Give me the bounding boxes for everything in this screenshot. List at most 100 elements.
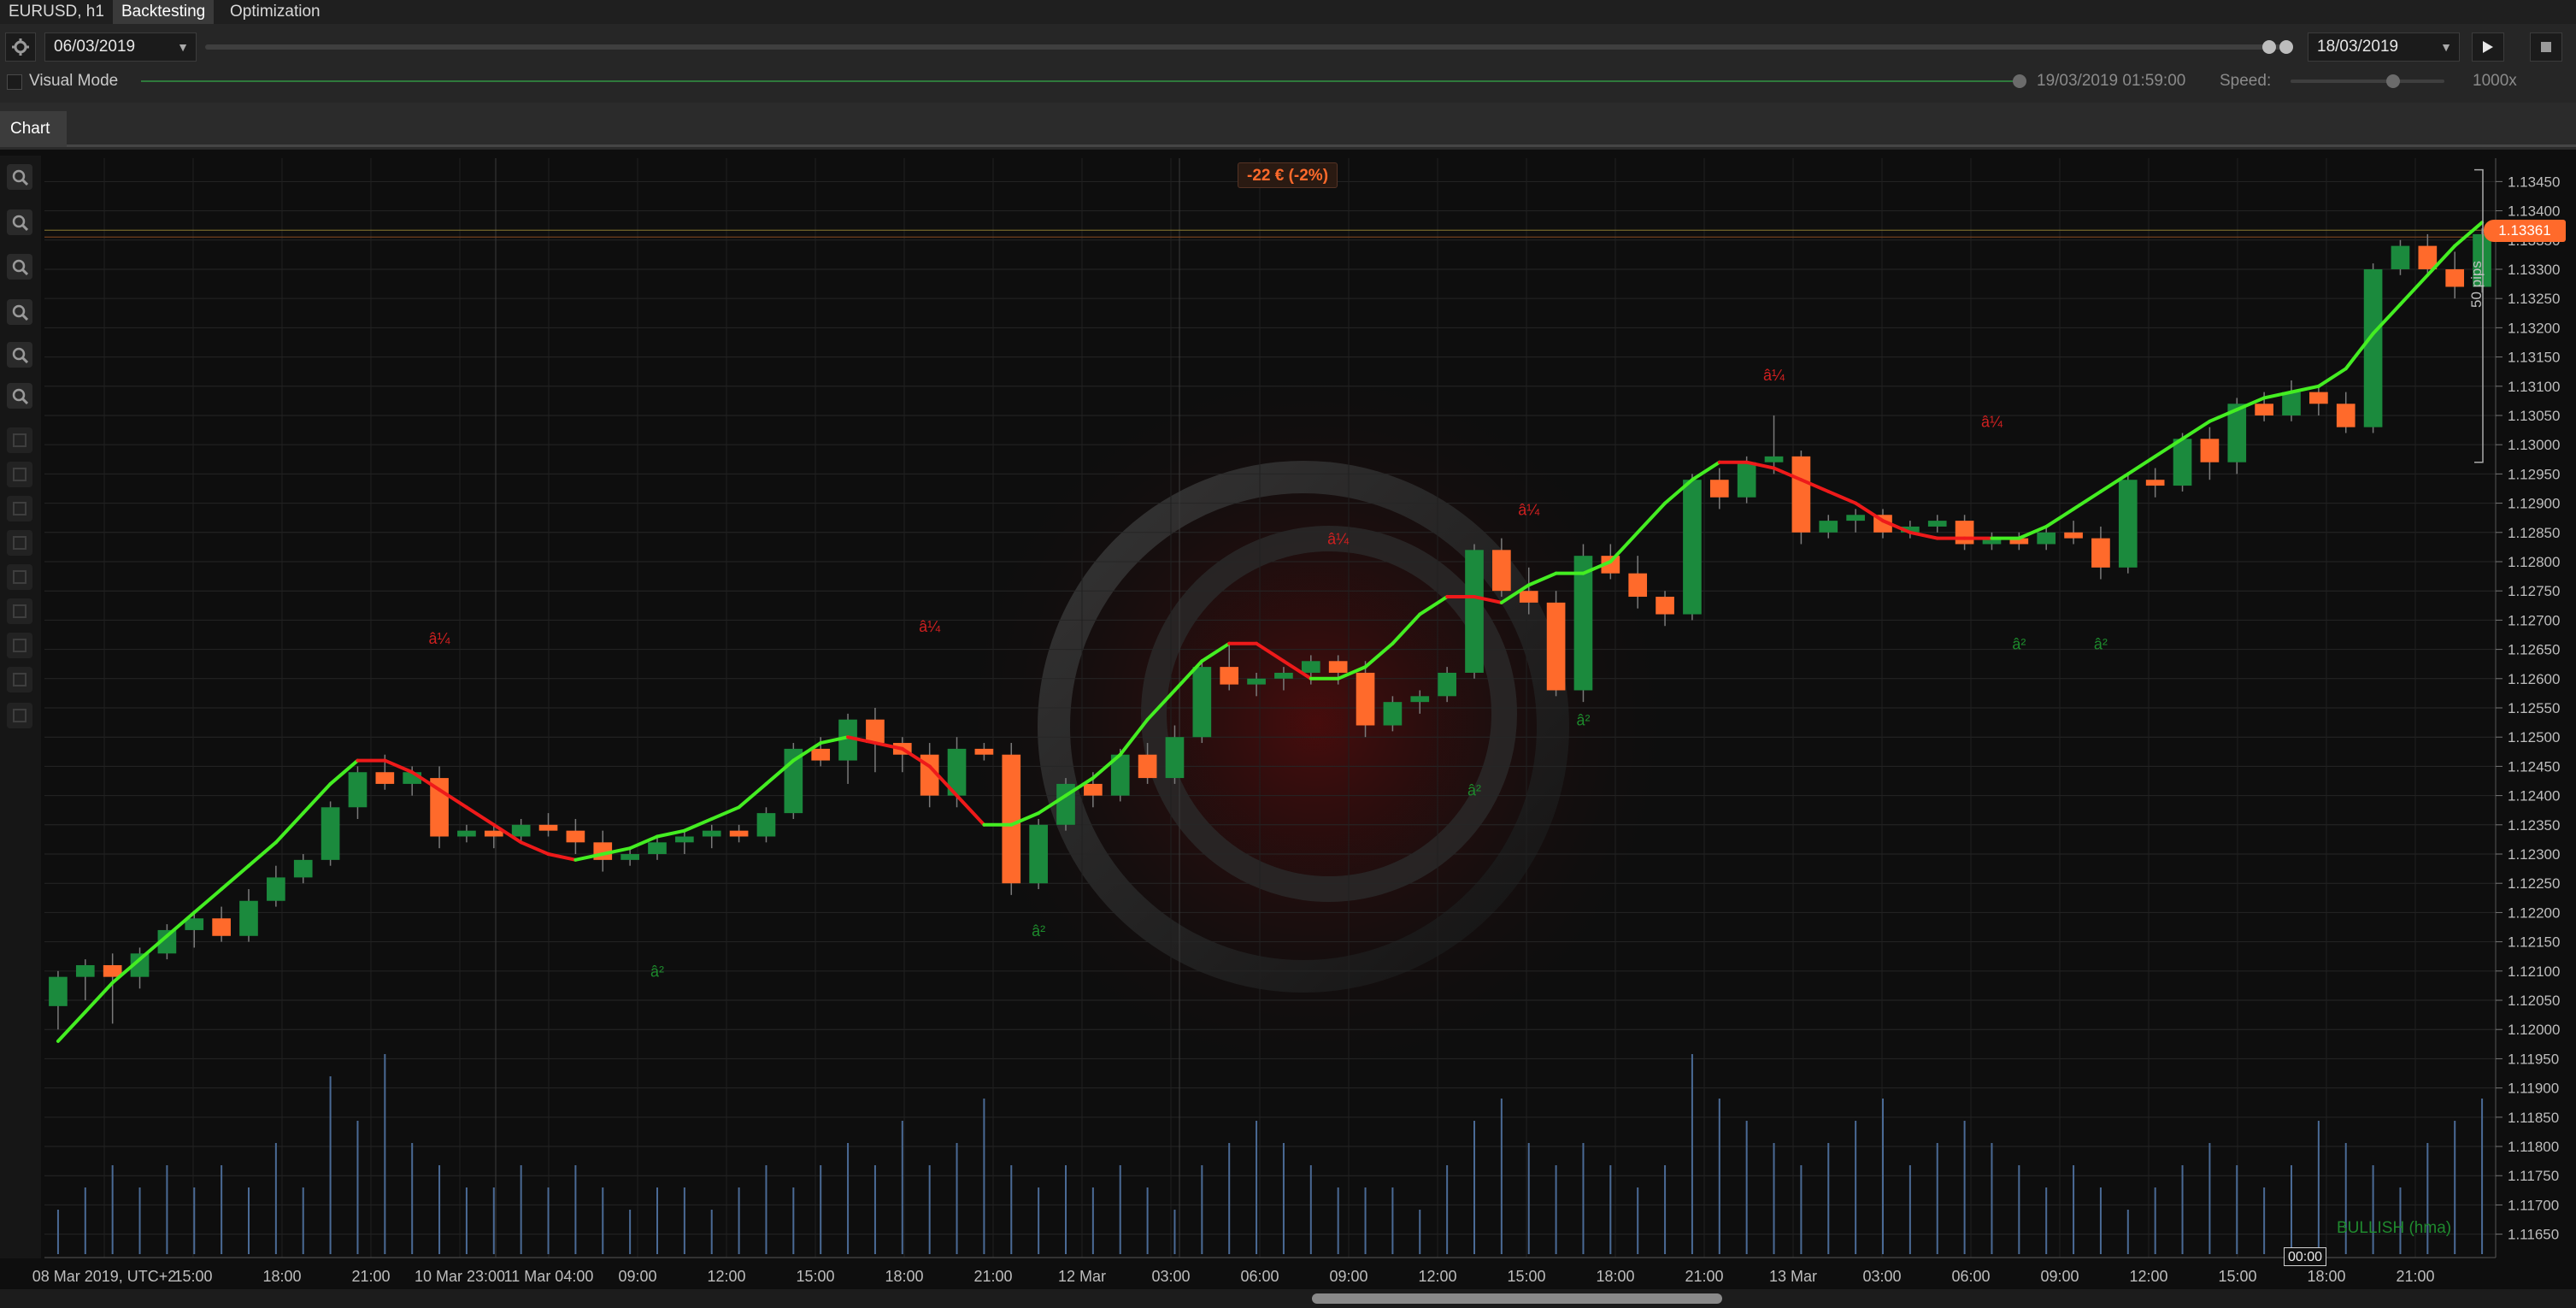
sell-signal-marker: â¼ (1763, 367, 1785, 384)
bull-candle (1165, 737, 1185, 779)
x-tick-label: 09:00 (2040, 1268, 2079, 1285)
bear-candle (2445, 268, 2465, 287)
bear-candle (1138, 754, 1157, 779)
range-start-handle[interactable] (2262, 40, 2276, 54)
bull-candle (1819, 521, 1838, 533)
horizontal-scrollbar[interactable] (0, 1289, 2576, 1308)
settings-button[interactable] (5, 32, 36, 62)
scrollbar-thumb[interactable] (1312, 1293, 1722, 1304)
end-date-value: 18/03/2019 (2317, 38, 2399, 56)
bull-candle (675, 836, 694, 843)
speed-handle[interactable] (2386, 74, 2400, 88)
visual-mode-label: Visual Mode (29, 72, 119, 90)
buy-signal-marker: â² (650, 963, 664, 981)
bull-candle (1247, 678, 1266, 685)
y-tick-label: 1.12900 (2508, 496, 2560, 512)
bear-candle (484, 830, 503, 837)
start-date-field[interactable]: 06/03/2019 ▼ (44, 32, 197, 62)
bull-candle (1927, 521, 1947, 527)
hma-segment (2316, 367, 2348, 388)
x-tick-label: 12:00 (707, 1268, 745, 1285)
tab-symbol[interactable]: EURUSD, h1 (0, 0, 113, 24)
bear-candle (1084, 783, 1103, 796)
buy-signal-marker: â² (2012, 636, 2026, 653)
stop-button[interactable] (2530, 32, 2562, 62)
play-button[interactable] (2472, 32, 2504, 62)
top-tab-bar (0, 0, 2576, 24)
buy-signal-marker: â² (1576, 712, 1590, 729)
hma-segment (519, 840, 550, 857)
x-tick-label: 13 Mar (1769, 1268, 1817, 1285)
bull-candle (784, 748, 803, 814)
bull-candle (1301, 661, 1320, 673)
bull-candle (2282, 392, 2301, 415)
speed-label: Speed: (2220, 72, 2272, 90)
price-chart[interactable]: â²â²â²â² â²â²â¼â¼â¼â¼â¼â¼ 1.134501.134001… (0, 150, 2576, 1291)
bull-candle (756, 813, 776, 837)
x-tick-label: 21:00 (2396, 1268, 2434, 1285)
bear-candle (375, 772, 395, 784)
y-tick-label: 1.12200 (2508, 904, 2560, 921)
gear-icon (12, 38, 29, 56)
x-tick-label: 11 Mar 04:00 (504, 1268, 594, 1285)
bull-candle (239, 900, 258, 936)
hma-segment (192, 887, 224, 915)
bear-candle (2336, 404, 2355, 427)
y-tick-label: 1.11950 (2508, 1051, 2559, 1067)
bull-candle (1438, 672, 1456, 697)
bear-candle (1492, 550, 1511, 592)
hma-segment (546, 852, 578, 862)
bull-candle (1465, 550, 1484, 673)
y-tick-label: 1.13200 (2508, 320, 2560, 336)
y-tick-label: 1.12450 (2508, 758, 2560, 775)
bull-candle (75, 964, 95, 977)
x-tick-label: 18:00 (885, 1268, 923, 1285)
y-tick-label: 1.11850 (2508, 1110, 2559, 1126)
hma-segment (220, 863, 250, 892)
y-tick-label: 1.12300 (2508, 846, 2560, 863)
y-tick-label: 1.13400 (2508, 203, 2560, 220)
bull-candle (2173, 439, 2192, 486)
bear-candle (2255, 404, 2273, 415)
bull-candle (1683, 480, 1702, 615)
speed-slider[interactable] (2291, 80, 2444, 83)
hma-segment (1826, 489, 1858, 505)
tab-optimization[interactable]: Optimization (221, 0, 329, 24)
y-tick-label: 1.12850 (2508, 525, 2560, 541)
y-tick-label: 1.12750 (2508, 583, 2560, 599)
y-tick-label: 1.13050 (2508, 408, 2560, 424)
x-tick-label: 08 Mar 2019, UTC+2 (32, 1268, 177, 1285)
bear-candle (212, 918, 231, 936)
sell-signal-marker: â¼ (919, 618, 941, 635)
y-tick-label: 1.13250 (2508, 291, 2560, 307)
bear-candle (729, 830, 749, 837)
bull-candle (457, 830, 476, 837)
visual-mode-checkbox[interactable] (7, 74, 22, 90)
bull-candle (702, 830, 721, 837)
bear-candle (538, 824, 558, 831)
speed-value: 1000x (2473, 72, 2517, 90)
tab-backtesting[interactable]: Backtesting (113, 0, 215, 24)
bear-candle (866, 719, 885, 744)
hma-segment (656, 828, 686, 839)
progress-handle[interactable] (2013, 74, 2026, 88)
bull-candle (1029, 824, 1048, 884)
y-tick-label: 1.13150 (2508, 350, 2560, 366)
bear-candle (974, 748, 994, 755)
tab-chart[interactable]: Chart (0, 111, 67, 147)
hma-segment (2290, 384, 2320, 394)
buy-signal-marker: â² (2094, 636, 2108, 653)
y-tick-label: 1.12700 (2508, 612, 2560, 628)
x-tick-label: 21:00 (973, 1268, 1012, 1285)
period-range-slider[interactable] (205, 44, 2291, 50)
range-end-handle[interactable] (2279, 40, 2293, 54)
bear-candle (811, 748, 831, 761)
y-tick-label: 1.12950 (2508, 466, 2560, 482)
bear-candle (2091, 538, 2110, 568)
x-tick-label: 21:00 (1685, 1268, 1723, 1285)
y-tick-label: 1.12350 (2508, 817, 2560, 834)
sell-signal-marker: â¼ (429, 630, 451, 647)
end-date-field[interactable]: 18/03/2019 ▼ (2308, 32, 2460, 62)
y-tick-label: 1.12000 (2508, 1022, 2560, 1038)
x-tick-label: 15:00 (173, 1268, 212, 1285)
